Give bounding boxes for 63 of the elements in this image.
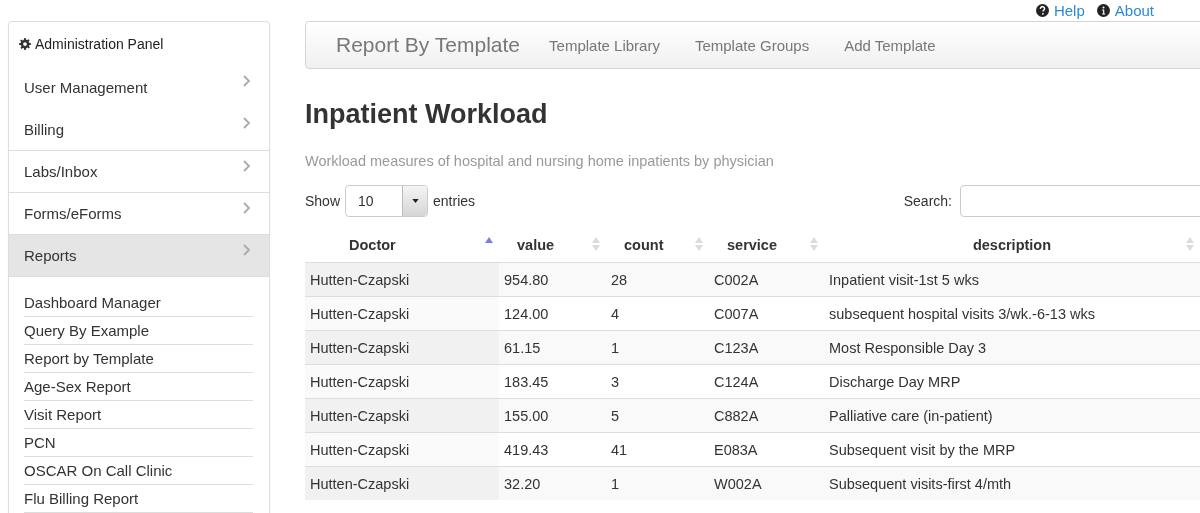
table-cell: Hutten-Czapski bbox=[305, 432, 499, 467]
table-cell: Hutten-Czapski bbox=[305, 330, 499, 365]
chevron-icon bbox=[243, 75, 251, 87]
about-link[interactable]: About bbox=[1096, 2, 1154, 19]
table-cell: Hutten-Czapski bbox=[305, 466, 499, 500]
settings-icon bbox=[19, 38, 31, 50]
sidebar-item[interactable]: User Management bbox=[9, 66, 269, 108]
entries-select[interactable]: 10 bbox=[345, 185, 429, 217]
submenu-link[interactable]: Age-Sex Report bbox=[24, 373, 253, 401]
table-cell: 32.20 bbox=[499, 466, 606, 500]
submenu-link[interactable]: Query By Example bbox=[24, 317, 253, 345]
help-link[interactable]: Help bbox=[1035, 2, 1085, 19]
column-header[interactable]: description bbox=[824, 227, 1200, 263]
nav-link[interactable]: Add Template bbox=[844, 36, 936, 54]
submenu-link[interactable]: Report by Template bbox=[24, 345, 253, 373]
help-icon bbox=[1035, 4, 1049, 17]
chevron-icon bbox=[243, 201, 251, 214]
show-label: Show bbox=[305, 193, 341, 209]
table-cell: C123A bbox=[709, 330, 824, 365]
table-cell: Hutten-Czapski bbox=[305, 262, 499, 297]
table-cell: Most Responsible Day 3 bbox=[824, 330, 1200, 365]
table-cell: W002A bbox=[709, 466, 824, 500]
table-cell: C882A bbox=[709, 398, 824, 433]
sidebar-item[interactable]: Billing bbox=[9, 108, 269, 150]
column-header[interactable]: count bbox=[606, 227, 709, 263]
table-cell: C002A bbox=[709, 262, 824, 297]
table-cell: Palliative care (in-patient) bbox=[824, 398, 1200, 433]
column-header[interactable]: Doctor bbox=[305, 227, 499, 263]
table-cell: Hutten-Czapski bbox=[305, 398, 499, 433]
table-cell: 1 bbox=[606, 466, 709, 500]
dropdown-icon bbox=[411, 199, 419, 203]
panel-header: Administration Panel bbox=[9, 22, 269, 66]
search-field[interactable] bbox=[960, 185, 1200, 217]
table-cell: Hutten-Czapski bbox=[305, 296, 499, 331]
page-description: Workload measures of hospital and nursing home inpatients by physician bbox=[305, 153, 775, 169]
info-icon bbox=[1096, 4, 1110, 17]
table-cell: 61.15 bbox=[499, 330, 606, 365]
column-header[interactable]: service bbox=[709, 227, 824, 263]
navbar-brand[interactable]: Report By Template bbox=[336, 33, 521, 57]
entries-label: entries bbox=[433, 193, 476, 209]
table-cell: 954.80 bbox=[499, 262, 606, 297]
table-cell: Subsequent visits-first 4/mth bbox=[824, 466, 1200, 500]
nav-link[interactable]: Template Groups bbox=[694, 36, 810, 54]
table-cell: Inpatient visit-1st 5 wks bbox=[824, 262, 1200, 297]
submenu-link[interactable]: Flu Billing Report bbox=[24, 485, 253, 513]
table-cell: 5 bbox=[606, 398, 709, 433]
search-label: Search: bbox=[903, 193, 952, 209]
nav-link[interactable]: Template Library bbox=[549, 36, 660, 54]
table-cell: 28 bbox=[606, 262, 709, 297]
chevron-icon bbox=[243, 117, 251, 129]
submenu-link[interactable]: Dashboard Manager bbox=[24, 289, 253, 317]
table-cell: 1 bbox=[606, 330, 709, 365]
sidebar-item[interactable]: Reports bbox=[9, 234, 269, 276]
chevron-icon bbox=[243, 159, 251, 172]
sidebar-item[interactable]: Labs/Inbox bbox=[9, 150, 269, 192]
submenu-link[interactable]: OSCAR On Call Clinic bbox=[24, 457, 253, 485]
page-title: Inpatient Workload bbox=[305, 99, 549, 131]
submenu-link[interactable]: Visit Report bbox=[24, 401, 253, 429]
submenu-link[interactable]: PCN bbox=[24, 429, 253, 457]
column-header[interactable]: value bbox=[499, 227, 606, 263]
chevron-icon bbox=[243, 243, 251, 256]
table-cell: 155.00 bbox=[499, 398, 606, 433]
table-cell: Hutten-Czapski bbox=[305, 364, 499, 399]
